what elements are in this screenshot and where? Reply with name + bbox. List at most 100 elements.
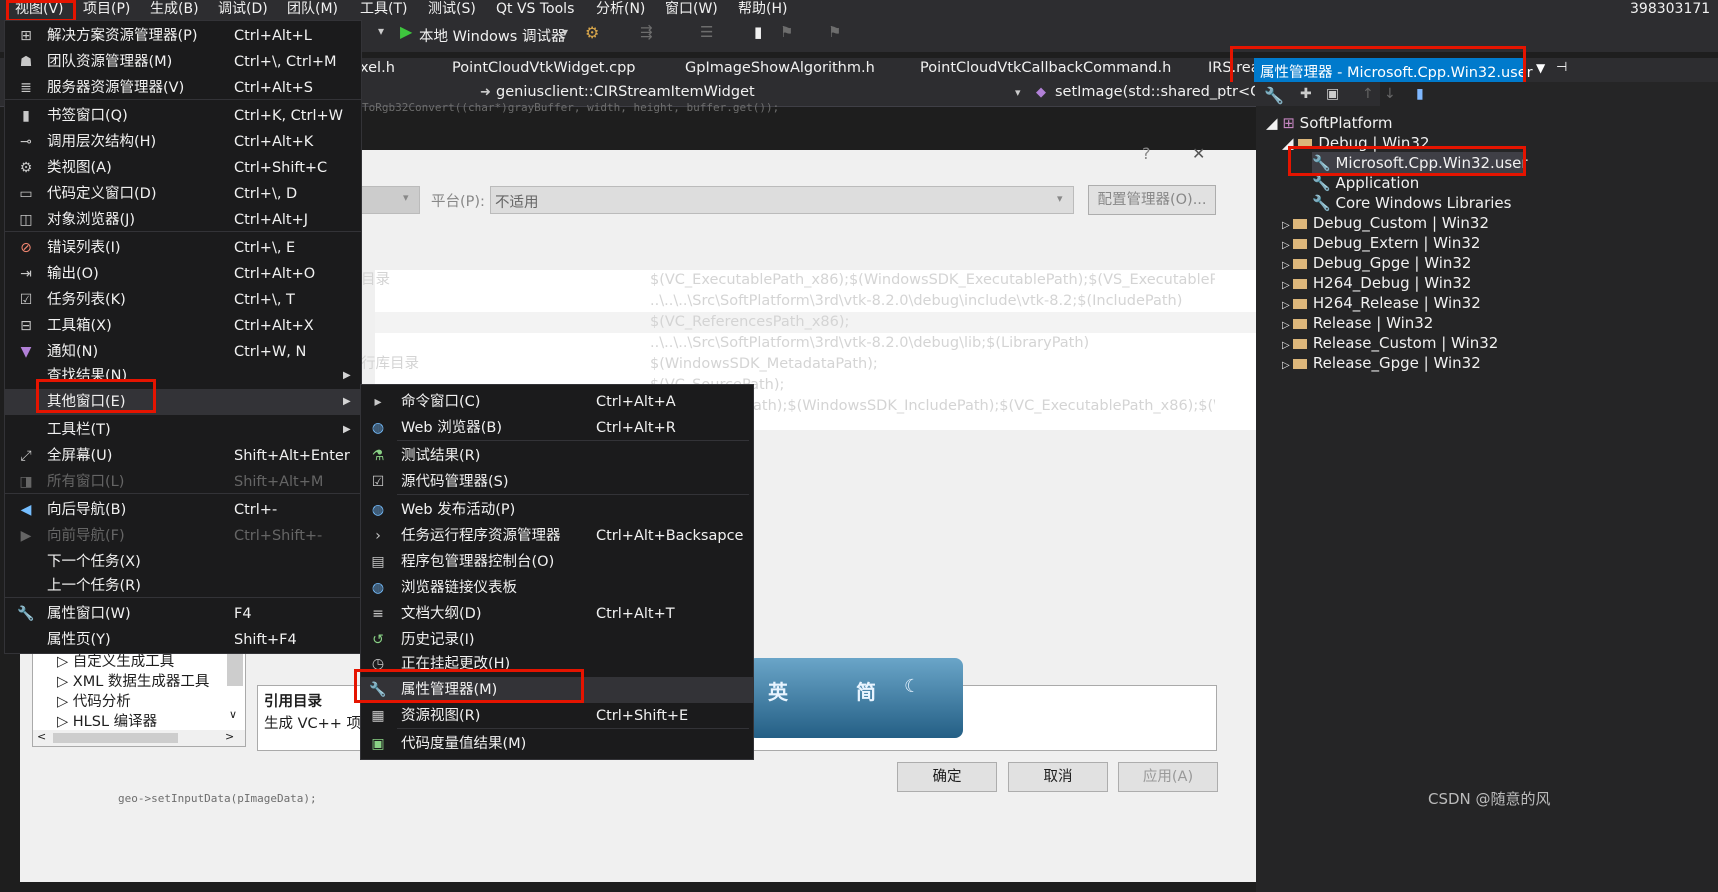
play-icon[interactable]: ▶: [400, 22, 412, 41]
tree-item-core-libs[interactable]: 🔧 Core Windows Libraries: [1312, 192, 1511, 214]
tab-xel-h[interactable]: xel.h: [360, 60, 395, 76]
scroll-right-icon[interactable]: >: [225, 730, 234, 743]
tree-config[interactable]: ▷ Debug_Extern | Win32: [1282, 232, 1480, 254]
view-menu-item[interactable]: 🔧 属性窗口(W) F4: [5, 601, 361, 627]
save-icon[interactable]: ▮: [1416, 86, 1424, 102]
tree-root[interactable]: ◢ ⊞ SoftPlatform: [1266, 112, 1393, 134]
move-down-icon[interactable]: ↓: [1384, 86, 1396, 102]
menu-analyze[interactable]: 分析(N): [596, 0, 645, 20]
tree-item-code-analysis[interactable]: ▷ 代码分析: [57, 690, 131, 711]
tree-config[interactable]: ▷ Release_Custom | Win32: [1282, 332, 1498, 354]
view-menu-item[interactable]: 上一个任务(R): [5, 573, 361, 599]
view-menu-item[interactable]: ☗ 团队资源管理器(M) Ctrl+\, Ctrl+M: [5, 49, 361, 75]
ok-button[interactable]: 确定: [897, 762, 997, 792]
menu-build[interactable]: 生成(B): [150, 0, 199, 20]
expand-icon[interactable]: ▷: [1282, 300, 1293, 311]
expand-icon[interactable]: ▷: [1282, 240, 1293, 251]
other-windows-item[interactable]: ▸ 命令窗口(C) Ctrl+Alt+A: [361, 389, 753, 415]
ime-moon-icon[interactable]: ☾: [904, 676, 920, 697]
ime-mode[interactable]: 简: [856, 676, 876, 705]
move-up-icon[interactable]: ↑: [1362, 86, 1374, 102]
menu-debug[interactable]: 调试(D): [218, 0, 268, 20]
bookmark-toolbar-icon[interactable]: ▮: [754, 23, 762, 41]
config-manager-button[interactable]: 配置管理器(O)...: [1088, 185, 1216, 215]
hscroll-thumb[interactable]: [53, 733, 178, 743]
platform-dropdown[interactable]: 不适用 ▾: [490, 186, 1074, 214]
menu-qt-vs-tools[interactable]: Qt VS Tools: [496, 0, 574, 20]
menu-project[interactable]: 项目(P): [83, 0, 130, 20]
apply-button[interactable]: 应用(A): [1118, 762, 1218, 792]
tree-scroll-down-icon[interactable]: ∨: [229, 708, 237, 721]
nav-class-dropdown-icon[interactable]: ▾: [1015, 86, 1021, 99]
view-menu-item[interactable]: ▭ 代码定义窗口(D) Ctrl+\, D: [5, 181, 361, 207]
expand-icon[interactable]: ▷: [1282, 360, 1293, 371]
configuration-dropdown[interactable]: ▾: [360, 186, 420, 214]
other-windows-item[interactable]: ☑ 源代码管理器(S): [361, 469, 753, 495]
expand-icon[interactable]: ▷: [1282, 280, 1293, 291]
property-row[interactable]: ..\..\..\Src\SoftPlatform\3rd\vtk-8.2.0\…: [375, 333, 1335, 354]
debug-target-dropdown-icon[interactable]: ▾: [562, 25, 568, 39]
cancel-button[interactable]: 取消: [1008, 762, 1108, 792]
nav-class[interactable]: geniusclient::CIRStreamItemWidget: [496, 84, 755, 100]
pin-icon[interactable]: ⊣: [1556, 60, 1567, 75]
save-sheet-icon[interactable]: ▣: [1326, 86, 1339, 102]
tree-config[interactable]: ▷ H264_Debug | Win32: [1282, 272, 1471, 294]
bookmark-prev-icon[interactable]: ⚑: [780, 23, 793, 41]
view-menu-item[interactable]: ◨ 所有窗口(L) Shift+Alt+M: [5, 469, 361, 495]
other-windows-item[interactable]: › 任务运行程序资源管理器 Ctrl+Alt+Backsapce: [361, 523, 753, 549]
tree-config[interactable]: ▷ Release | Win32: [1282, 312, 1433, 334]
view-menu-item[interactable]: 属性页(Y) Shift+F4: [5, 627, 361, 653]
step-icon[interactable]: ⇶: [640, 23, 653, 41]
property-row[interactable]: 目录 $(VC_ExecutablePath_x86);$(WindowsSDK_…: [361, 270, 1335, 291]
view-menu-item[interactable]: ☑ 任务列表(K) Ctrl+\, T: [5, 287, 361, 313]
tree-config[interactable]: ▷ Debug_Gpge | Win32: [1282, 252, 1471, 274]
tree-config[interactable]: ▷ Release_Gpge | Win32: [1282, 352, 1481, 374]
attach-process-icon[interactable]: ⚙: [585, 23, 599, 42]
menu-help[interactable]: 帮助(H): [738, 0, 787, 20]
property-row[interactable]: 行库目录 $(WindowsSDK_MetadataPath);: [361, 354, 1335, 375]
view-menu-item[interactable]: ▶ 向前导航(F) Ctrl+Shift+-: [5, 523, 361, 549]
tab-pointcloud-callback[interactable]: PointCloudVtkCallbackCommand.h: [920, 60, 1171, 76]
view-menu-item[interactable]: ⇥ 输出(O) Ctrl+Alt+O: [5, 261, 361, 287]
other-windows-item[interactable]: ▦ 资源视图(R) Ctrl+Shift+E: [361, 703, 753, 729]
view-menu-item[interactable]: ▼ 通知(N) Ctrl+W, N: [5, 339, 361, 365]
view-menu-item[interactable]: ⚙ 类视图(A) Ctrl+Shift+C: [5, 155, 361, 181]
view-menu-item[interactable]: ▮ 书签窗口(Q) Ctrl+K, Ctrl+W: [5, 103, 361, 129]
view-menu-item[interactable]: ◀ 向后导航(B) Ctrl+-: [5, 497, 361, 523]
other-windows-item[interactable]: ▣ 代码度量值结果(M): [361, 731, 753, 757]
expand-icon[interactable]: ▷: [1282, 340, 1293, 351]
expand-icon[interactable]: ▷: [1282, 260, 1293, 271]
properties-wrench-icon[interactable]: 🔧: [1264, 86, 1284, 105]
dialog-close-button[interactable]: ✕: [1192, 144, 1205, 163]
tree-config[interactable]: ▷ H264_Release | Win32: [1282, 292, 1481, 314]
tree-hscrollbar[interactable]: < >: [33, 730, 245, 746]
menu-team[interactable]: 团队(M): [287, 0, 338, 20]
dialog-help-button[interactable]: ?: [1142, 144, 1151, 163]
other-windows-item[interactable]: ◍ 浏览器链接仪表板: [361, 575, 753, 601]
other-windows-item[interactable]: ◍ Web 发布活动(P): [361, 497, 753, 523]
tree-item-hlsl[interactable]: ▷ HLSL 编译器: [57, 710, 157, 731]
other-windows-item[interactable]: ◍ Web 浏览器(B) Ctrl+Alt+R: [361, 415, 753, 441]
property-row[interactable]: ..\..\..\Src\SoftPlatform\3rd\vtk-8.2.0\…: [375, 291, 1335, 312]
add-property-sheet-icon[interactable]: ✚: [1300, 86, 1312, 102]
ime-language[interactable]: 英: [768, 676, 788, 705]
view-menu-item[interactable]: 下一个任务(X): [5, 549, 361, 575]
expand-icon[interactable]: ▷: [1282, 220, 1293, 231]
nav-member[interactable]: setImage(std::shared_ptr<QIn: [1055, 84, 1255, 100]
dropdown-arrow-icon[interactable]: ▾: [378, 24, 384, 38]
tab-gpimage-algorithm[interactable]: GpImageShowAlgorithm.h: [685, 60, 875, 76]
menu-window[interactable]: 窗口(W): [665, 0, 718, 20]
tab-pointcloud-widget[interactable]: PointCloudVtkWidget.cpp: [452, 60, 635, 76]
view-menu-item[interactable]: ◫ 对象浏览器(J) Ctrl+Alt+J: [5, 207, 361, 233]
view-menu-item[interactable]: ⊘ 错误列表(I) Ctrl+\, E: [5, 235, 361, 261]
user-name[interactable]: 398303171: [1630, 0, 1710, 20]
other-windows-item[interactable]: ⚗ 测试结果(R): [361, 443, 753, 469]
bookmark-next-icon[interactable]: ⚑: [828, 23, 841, 41]
menu-test[interactable]: 测试(S): [428, 0, 476, 20]
debug-target-label[interactable]: 本地 Windows 调试器: [419, 25, 565, 46]
tab-dropdown-icon[interactable]: ▼: [1536, 61, 1545, 75]
menu-tools[interactable]: 工具(T): [360, 0, 407, 20]
view-menu-item[interactable]: ⊟ 工具箱(X) Ctrl+Alt+X: [5, 313, 361, 339]
ime-toolbar[interactable]: 英 简 ☾: [748, 658, 963, 738]
other-windows-item[interactable]: ▤ 程序包管理器控制台(O): [361, 549, 753, 575]
